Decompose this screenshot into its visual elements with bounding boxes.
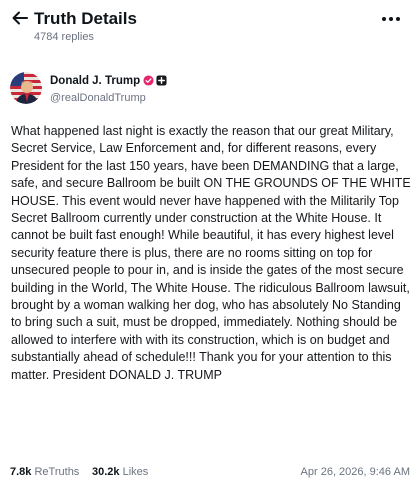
plus-badge-icon <box>156 75 167 86</box>
post-text: What happened last night is exactly the … <box>11 124 411 382</box>
truth-details-page: Truth Details 4784 replies Donald J. Tru… <box>0 0 420 487</box>
retruths-count: 7.8k <box>10 466 32 478</box>
author-handle[interactable]: @realDonaldTrump <box>50 91 146 105</box>
author-name[interactable]: Donald J. Trump <box>50 74 140 88</box>
page-header: Truth Details 4784 replies <box>0 0 420 48</box>
post-author: Donald J. Trump @realDonaldTrump <box>10 72 410 108</box>
post-timestamp: Apr 26, 2026, 9:46 AM <box>300 466 410 478</box>
page-title: Truth Details <box>34 9 137 28</box>
likes-label: Likes <box>122 466 149 478</box>
avatar[interactable] <box>10 72 42 104</box>
likes-stat[interactable]: 30.2k Likes <box>92 465 148 479</box>
likes-count: 30.2k <box>92 466 120 478</box>
verified-badge-icon <box>143 75 154 86</box>
retruths-stat[interactable]: 7.8k ReTruths <box>10 465 79 479</box>
more-horizontal-icon[interactable] <box>380 9 402 29</box>
reply-count: 4784 replies <box>34 31 94 43</box>
retruths-label: ReTruths <box>34 466 80 478</box>
post-stats: 7.8k ReTruths 30.2k Likes Apr 26, 2026, … <box>10 465 410 481</box>
arrow-left-icon[interactable] <box>10 8 30 28</box>
